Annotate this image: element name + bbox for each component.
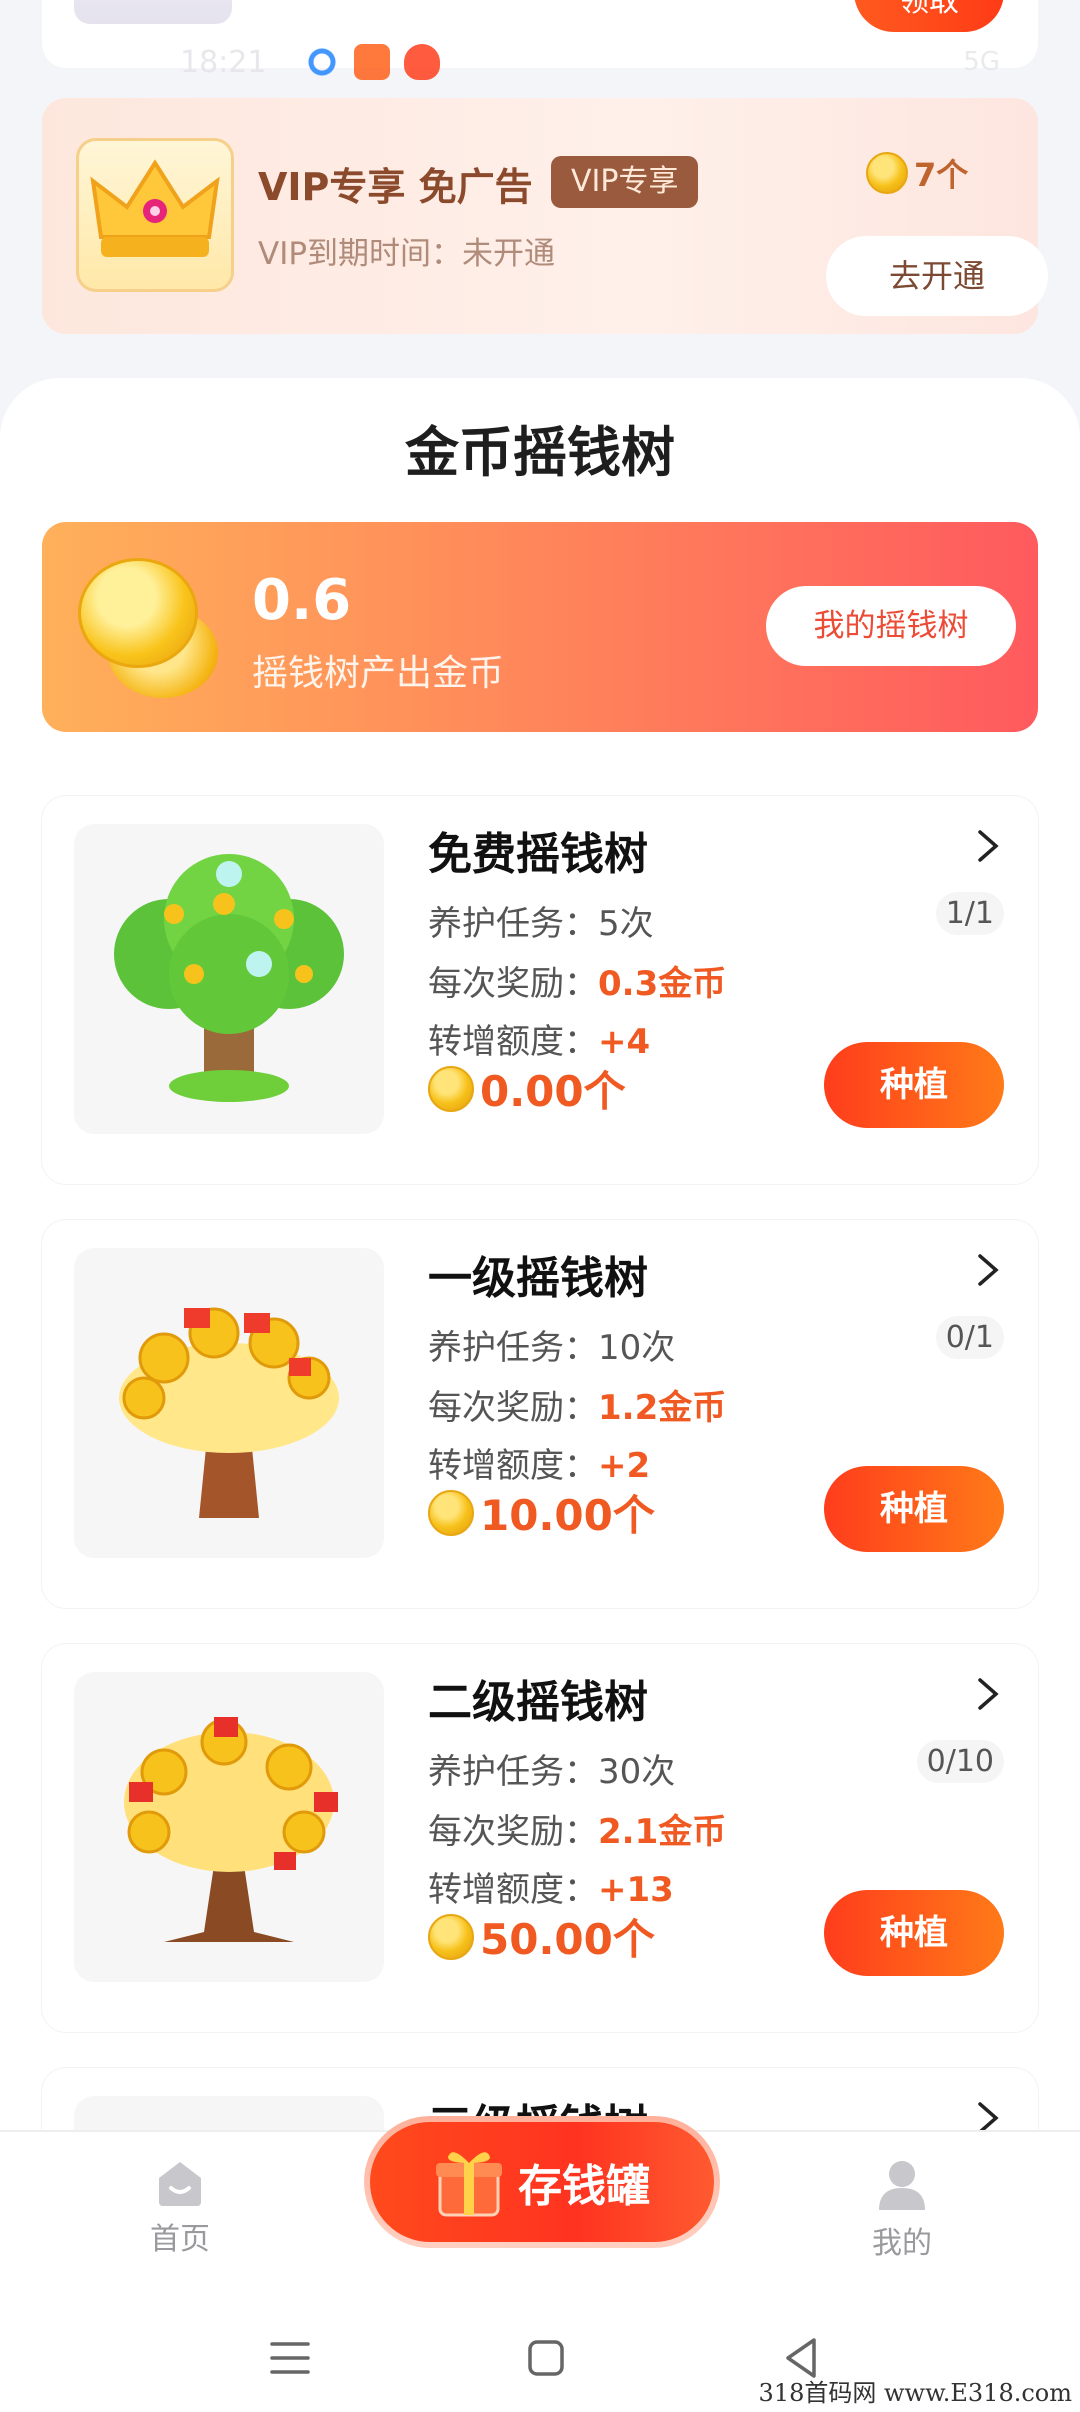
plant-button[interactable]: 种植 — [824, 1466, 1004, 1552]
reward-value: 2.1金币 — [598, 1812, 727, 1852]
reward-label: 每次奖励： — [428, 964, 598, 1004]
transfer-label: 转增额度： — [428, 1022, 598, 1062]
watermark: 318首码网 www.E318.com — [758, 2379, 1072, 2407]
home-icon — [159, 2162, 201, 2206]
reward-row: 每次奖励：1.2金币 — [428, 1380, 726, 1429]
vip-expire-text: VIP到期时间：未开通 — [258, 236, 556, 272]
transfer-row: 转增额度：+4 — [428, 1014, 650, 1063]
tree-price: 0.00个 — [428, 1058, 626, 1119]
home-square-icon[interactable] — [516, 2328, 576, 2388]
vip-card[interactable]: VIP专享 免广告 VIP专享 VIP到期时间：未开通 7个 去开通 — [42, 98, 1048, 334]
task-row: 养护任务：30次 — [428, 1744, 675, 1793]
task-progress: 0/10 — [916, 1740, 1004, 1783]
tree-name: 一级摇钱树 — [428, 1253, 648, 1304]
vip-badge: VIP专享 — [551, 156, 699, 208]
reward-value: 1.2金币 — [598, 1388, 727, 1428]
claim-button[interactable]: 领取 — [854, 0, 1004, 32]
transfer-label: 转增额度： — [428, 1446, 598, 1486]
transfer-value: +2 — [598, 1446, 651, 1486]
task-row: 养护任务：10次 — [428, 1320, 675, 1369]
vip-title: VIP专享 免广告 — [258, 165, 533, 209]
coin-icon — [866, 152, 908, 194]
chevron-right-icon[interactable] — [968, 1674, 1008, 1714]
tree-card-free[interactable]: 免费摇钱树 养护任务：5次 1/1 每次奖励：0.3金币 转增额度：+4 0.0… — [42, 796, 1038, 1184]
task-value: 5次 — [598, 904, 654, 944]
nav-mine[interactable]: 我的 — [822, 2158, 982, 2262]
app-badge-icon — [404, 44, 440, 80]
task-progress: 0/1 — [935, 1316, 1004, 1359]
output-value: 0.6 — [252, 568, 352, 633]
plant-button[interactable]: 种植 — [824, 1042, 1004, 1128]
gold-tree-icon — [74, 1672, 384, 1982]
task-value: 10次 — [598, 1328, 676, 1368]
chevron-right-icon[interactable] — [968, 826, 1008, 866]
coin-icon — [428, 1065, 474, 1112]
reward-label: 每次奖励： — [428, 1388, 598, 1428]
task-progress: 1/1 — [935, 892, 1004, 935]
green-tree-icon — [74, 824, 384, 1134]
crown-icon — [76, 138, 234, 292]
price-value: 10.00个 — [480, 1491, 655, 1540]
tree-card-level1[interactable]: 一级摇钱树 养护任务：10次 0/1 每次奖励：1.2金币 转增额度：+2 10… — [42, 1220, 1038, 1608]
output-label: 摇钱树产出金币 — [252, 653, 505, 694]
nav-mine-label: 我的 — [872, 2226, 932, 2261]
task-value: 30次 — [598, 1752, 676, 1792]
tree-card-level2[interactable]: 二级摇钱树 养护任务：30次 0/10 每次奖励：2.1金币 转增额度：+13 … — [42, 1644, 1038, 2032]
reward-row: 每次奖励：0.3金币 — [428, 956, 726, 1005]
tree-price: 10.00个 — [428, 1482, 655, 1543]
tree-price: 50.00个 — [428, 1906, 655, 1967]
my-tree-button[interactable]: 我的摇钱树 — [766, 586, 1016, 666]
task-row: 养护任务：5次 — [428, 896, 654, 945]
price-value: 0.00个 — [480, 1067, 626, 1116]
reward-value: 0.3金币 — [598, 964, 727, 1004]
tree-name: 二级摇钱树 — [428, 1677, 648, 1728]
reward-row: 每次奖励：2.1金币 — [428, 1804, 726, 1853]
tree-output-banner: 0.6 摇钱树产出金币 我的摇钱树 — [42, 522, 1038, 732]
vip-open-button[interactable]: 去开通 — [826, 236, 1048, 316]
notification-icon — [304, 44, 340, 80]
status-bar-ghost: 18:21 5G — [180, 40, 1000, 84]
vip-coin-count: 7个 — [914, 156, 969, 194]
coin-icon — [428, 1489, 474, 1536]
nav-home[interactable]: 首页 — [100, 2158, 260, 2258]
coins-stack-icon — [78, 558, 228, 698]
money-tree-panel: 金币摇钱树 0.6 摇钱树产出金币 我的摇钱树 免费摇钱树 养护任务：5次 1/… — [0, 378, 1080, 2412]
plant-button[interactable]: 种植 — [824, 1890, 1004, 1976]
task-label: 养护任务： — [428, 1328, 598, 1368]
transfer-row: 转增额度：+2 — [428, 1438, 650, 1487]
vip-price: 7个 — [866, 150, 968, 196]
transfer-value: +4 — [598, 1022, 651, 1062]
price-value: 50.00个 — [480, 1915, 655, 1964]
reward-label: 每次奖励： — [428, 1812, 598, 1852]
previous-card-thumb — [74, 0, 232, 24]
transfer-value: +13 — [598, 1870, 674, 1910]
gift-icon — [436, 2152, 502, 2217]
chevron-right-icon[interactable] — [968, 1250, 1008, 1290]
task-label: 养护任务： — [428, 904, 598, 944]
app-notification-icon — [354, 44, 390, 80]
status-time: 18:21 — [180, 44, 267, 80]
transfer-row: 转增额度：+13 — [428, 1862, 674, 1911]
nav-home-label: 首页 — [150, 2222, 210, 2257]
menu-icon[interactable] — [260, 2328, 320, 2388]
piggy-bank-label: 存钱罐 — [518, 2161, 650, 2212]
piggy-bank-button[interactable]: 存钱罐 — [364, 2116, 720, 2248]
task-label: 养护任务： — [428, 1752, 598, 1792]
gold-tree-icon — [74, 1248, 384, 1558]
coin-icon — [428, 1913, 474, 1960]
user-icon — [879, 2161, 925, 2210]
bottom-nav: 首页 存钱罐 我的 318首码网 www.E318.com — [0, 2116, 1080, 2412]
network-indicator: 5G — [963, 47, 1000, 77]
transfer-label: 转增额度： — [428, 1870, 598, 1910]
tree-name: 免费摇钱树 — [428, 829, 648, 880]
page-title: 金币摇钱树 — [405, 421, 675, 484]
